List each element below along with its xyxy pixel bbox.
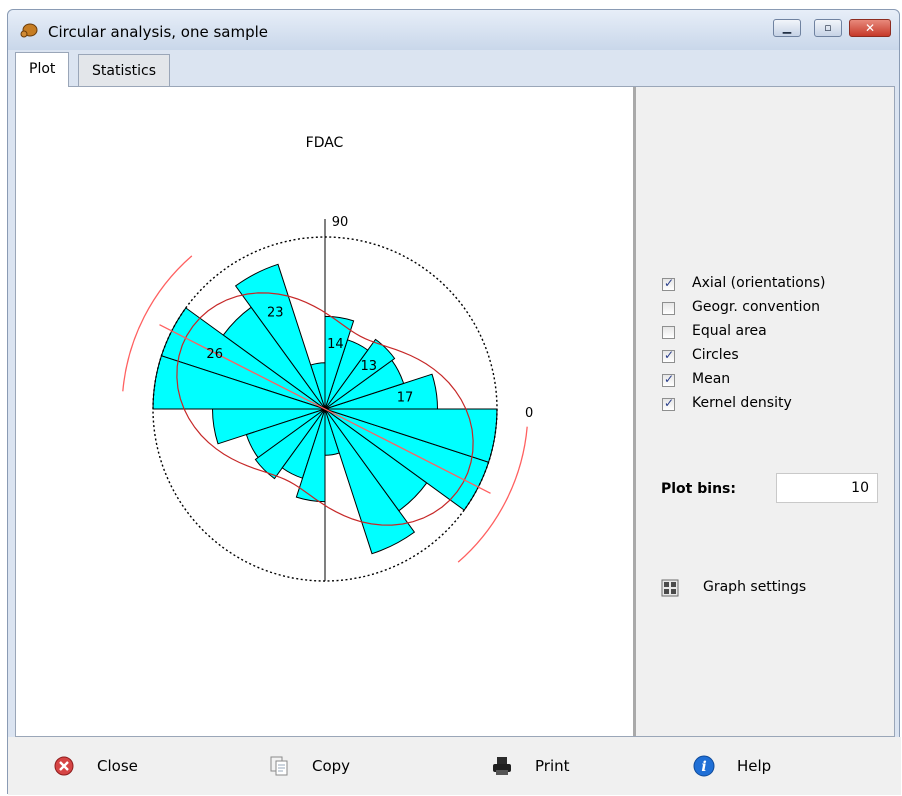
option-label: Equal area [692, 323, 767, 339]
minimize-icon: ▁ [782, 21, 792, 34]
checkbox-equal-area[interactable] [662, 326, 675, 339]
plot-bins-label: Plot bins: [661, 481, 736, 497]
checkbox-kernel-density[interactable]: ✓ [662, 396, 675, 411]
minimize-button[interactable]: ▁ [773, 19, 801, 37]
checkbox-geogr-convention[interactable] [662, 302, 675, 315]
window-close-button[interactable]: ✕ [849, 19, 891, 37]
app-window: Circular analysis, one sample ▁ ▫ ✕ Plot… [7, 9, 901, 795]
tab-statistics[interactable]: Statistics [78, 54, 170, 86]
bar-count-label: 17 [397, 390, 414, 405]
print-label: Print [535, 757, 570, 775]
copy-label: Copy [312, 757, 351, 775]
plot-panel: FDAC 90 0 17 13 14 23 26 [16, 87, 633, 736]
options-panel: ✓ Axial (orientations) Geogr. convention… [636, 87, 894, 736]
close-label: Close [97, 757, 138, 775]
option-label: Axial (orientations) [692, 275, 826, 291]
window-title: Circular analysis, one sample [48, 23, 269, 41]
axis-label-90: 90 [332, 215, 349, 230]
grid-icon [661, 579, 679, 597]
svg-text:i: i [701, 759, 706, 775]
axis-label-0: 0 [525, 406, 533, 421]
bar-count-label: 13 [361, 359, 378, 374]
graph-settings-label: Graph settings [703, 579, 807, 595]
bar-count-label: 23 [267, 305, 284, 320]
maximize-button[interactable]: ▫ [814, 19, 842, 37]
info-icon: i [693, 755, 715, 777]
option-label: Mean [692, 371, 731, 387]
app-logo-icon [20, 23, 38, 38]
close-circle-icon [54, 756, 74, 776]
printer-icon [493, 757, 511, 775]
maximize-icon: ▫ [824, 21, 832, 34]
option-label: Circles [692, 347, 739, 363]
button-bar: Close Copy Print i Help [8, 737, 901, 795]
bar-count-label: 14 [327, 337, 344, 352]
help-label: Help [737, 757, 772, 775]
checkbox-axial[interactable]: ✓ [662, 276, 675, 291]
rose-diagram: 90 0 17 13 14 23 26 [122, 215, 533, 582]
option-label: Geogr. convention [692, 299, 821, 315]
checkbox-mean[interactable]: ✓ [662, 372, 675, 387]
bar-count-label: 26 [206, 347, 223, 362]
plot-bins-input[interactable]: 10 [776, 473, 878, 503]
option-label: Kernel density [692, 395, 792, 411]
close-icon: ✕ [864, 21, 876, 35]
checkbox-circles[interactable]: ✓ [662, 348, 675, 363]
tab-content: FDAC 90 0 17 13 14 23 26 ✓ Axial (orientations… [15, 86, 895, 737]
title-bar: Circular analysis, one sample ▁ ▫ ✕ [8, 10, 899, 50]
tab-plot[interactable]: Plot [15, 52, 70, 87]
copy-icon [270, 756, 288, 776]
